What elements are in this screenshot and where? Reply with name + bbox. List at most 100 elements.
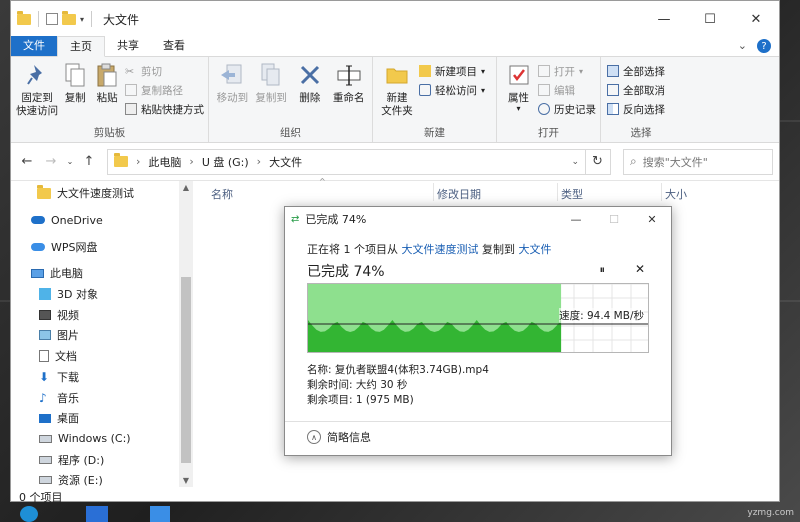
folder-icon: [17, 10, 31, 25]
properties-icon[interactable]: [46, 13, 58, 25]
select-none-button[interactable]: 全部取消: [607, 82, 665, 98]
select-all-button[interactable]: 全部选择: [607, 63, 665, 79]
title-bar: ▾ 大文件 — ☐ ✕: [11, 1, 779, 37]
copy-to-button[interactable]: 复制到: [252, 61, 291, 126]
edge-icon[interactable]: [20, 506, 38, 522]
breadcrumb-current-folder[interactable]: 大文件: [269, 154, 302, 170]
sidebar-scrollbar[interactable]: ▲ ▼: [179, 181, 193, 487]
app-icon[interactable]: [86, 506, 108, 522]
column-type[interactable]: 类型: [561, 186, 583, 202]
properties-button[interactable]: 属性 ▾: [501, 61, 536, 126]
dialog-minimize-button[interactable]: —: [557, 207, 595, 231]
delete-button[interactable]: 删除: [291, 61, 330, 126]
chevron-down-icon[interactable]: ⌄: [571, 157, 579, 167]
sidebar-item-this-pc[interactable]: 此电脑: [11, 263, 193, 284]
select-small-buttons: 全部选择 全部取消 反向选择: [607, 61, 665, 126]
sidebar-item-wps[interactable]: WPS网盘: [11, 236, 193, 257]
scroll-down-icon[interactable]: ▼: [179, 476, 193, 485]
new-folder-label: 新建 文件夹: [381, 92, 413, 117]
easy-access-button[interactable]: 轻松访问 ▾: [419, 82, 485, 98]
breadcrumb-sep-icon: ›: [189, 155, 194, 168]
sidebar-item-videos[interactable]: 视频: [11, 304, 193, 325]
forward-icon[interactable]: →: [41, 154, 61, 169]
cloud-icon: [31, 242, 45, 251]
move-to-icon: [219, 61, 245, 89]
less-details-button[interactable]: ∧ 简略信息: [307, 429, 371, 445]
close-button[interactable]: ✕: [733, 1, 779, 37]
sidebar-item-downloads[interactable]: ⬇ 下载: [11, 367, 193, 388]
column-size[interactable]: 大小: [665, 186, 687, 202]
breadcrumb-this-pc[interactable]: 此电脑: [148, 154, 181, 170]
sidebar-item-3d-objects[interactable]: 3D 对象: [11, 284, 193, 305]
sidebar-item-documents[interactable]: 文档: [11, 346, 193, 367]
easy-access-label: 轻松访问: [435, 84, 477, 97]
collapse-ribbon-icon[interactable]: ⌄: [738, 39, 747, 53]
sidebar-item-speed-test[interactable]: 大文件速度测试: [11, 183, 193, 204]
sidebar-item-drive-c[interactable]: Windows (C:): [11, 429, 193, 450]
open-button[interactable]: 打开 ▾: [538, 63, 596, 79]
recent-locations-icon[interactable]: ⌄: [65, 157, 75, 166]
tab-share[interactable]: 共享: [105, 36, 151, 56]
copy-description-mid: 复制到: [482, 243, 515, 256]
rename-label: 重命名: [332, 92, 365, 104]
dest-folder-link[interactable]: 大文件: [519, 243, 552, 256]
copy-path-button[interactable]: 复制路径: [125, 82, 204, 98]
sidebar-item-onedrive[interactable]: OneDrive: [11, 210, 193, 231]
tab-view[interactable]: 查看: [151, 36, 197, 56]
ribbon-right-controls: ⌄ ?: [738, 39, 771, 53]
help-icon[interactable]: ?: [757, 39, 771, 53]
picture-icon: [39, 330, 51, 341]
dialog-close-button[interactable]: ✕: [633, 207, 671, 231]
maximize-button[interactable]: ☐: [687, 1, 733, 37]
up-icon[interactable]: ↑: [79, 154, 99, 169]
invert-selection-label: 反向选择: [623, 103, 665, 116]
source-folder-link[interactable]: 大文件速度测试: [402, 243, 479, 256]
column-modified[interactable]: 修改日期: [437, 186, 481, 202]
paste-shortcut-button[interactable]: 粘贴快捷方式: [125, 101, 204, 117]
new-item-button[interactable]: 新建项目 ▾: [419, 63, 485, 79]
minimize-button[interactable]: —: [641, 1, 687, 37]
new-folder-icon[interactable]: [62, 10, 76, 25]
copy-button[interactable]: 复制: [59, 61, 91, 126]
clipboard-small-buttons: ✂ 剪切 复制路径 粘贴快捷方式: [125, 61, 204, 126]
cut-button[interactable]: ✂ 剪切: [125, 63, 204, 79]
cancel-copy-button[interactable]: ✕: [635, 262, 645, 276]
search-placeholder: 搜索"大文件": [642, 155, 708, 169]
pause-button[interactable]: ⏸: [600, 263, 606, 277]
column-name[interactable]: 名称: [211, 186, 233, 202]
paste-icon: [94, 61, 120, 89]
new-folder-button[interactable]: 新建 文件夹: [377, 61, 417, 126]
move-to-button[interactable]: 移动到: [213, 61, 252, 126]
group-label-select: 选择: [630, 127, 652, 139]
refresh-button[interactable]: ↻: [585, 148, 611, 175]
invert-selection-button[interactable]: 反向选择: [607, 101, 665, 117]
rename-button[interactable]: 重命名: [329, 61, 368, 126]
copy-to-label: 复制到: [255, 92, 287, 104]
sidebar-item-desktop[interactable]: 桌面: [11, 408, 193, 429]
sidebar-item-label: Windows (C:): [58, 432, 131, 446]
sidebar-item-music[interactable]: ♪ 音乐: [11, 387, 193, 408]
delete-icon: [297, 61, 323, 89]
sidebar-item-drive-d[interactable]: 程序 (D:): [11, 449, 193, 470]
paste-button[interactable]: 粘贴: [91, 61, 123, 126]
chevron-down-icon[interactable]: ▾: [80, 15, 84, 24]
sidebar-item-pictures[interactable]: 图片: [11, 325, 193, 346]
pin-quick-access-button[interactable]: 固定到 快速访问: [15, 61, 59, 126]
app-icon[interactable]: [150, 506, 170, 522]
edit-button[interactable]: 编辑: [538, 82, 596, 98]
ribbon: 固定到 快速访问 复制 粘贴 ✂ 剪切 复制路径 粘贴快捷方式 剪贴板 移动到 …: [11, 57, 779, 143]
back-icon[interactable]: ←: [17, 154, 37, 169]
dialog-maximize-button[interactable]: ☐: [595, 207, 633, 231]
breadcrumb-usb-drive[interactable]: U 盘 (G:): [202, 154, 249, 170]
group-organize: 移动到 复制到 删除 重命名 组织: [209, 57, 373, 142]
tab-file[interactable]: 文件: [11, 36, 57, 56]
address-box[interactable]: › 此电脑 › U 盘 (G:) › 大文件 ⌄: [107, 148, 586, 175]
copy-icon: [62, 61, 88, 89]
history-button[interactable]: 历史记录: [538, 101, 596, 117]
scrollbar-thumb[interactable]: [181, 277, 191, 463]
search-input[interactable]: ⌕ 搜索"大文件": [623, 148, 773, 175]
copy-progress-dialog: ⇄ 已完成 74% — ☐ ✕ 正在将 1 个项目从 大文件速度测试 复制到 大…: [284, 206, 672, 456]
sidebar-item-drive-e[interactable]: 资源 (E:): [11, 470, 193, 491]
scroll-up-icon[interactable]: ▲: [179, 183, 193, 192]
tab-home[interactable]: 主页: [57, 36, 105, 57]
